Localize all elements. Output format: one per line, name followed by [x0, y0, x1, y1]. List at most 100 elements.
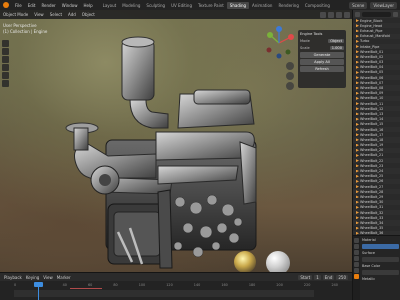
row-label: Scale — [300, 46, 310, 50]
ruler-tick-label: 80 — [113, 283, 118, 287]
outliner-row-label: WheelBolt_25 — [360, 174, 384, 179]
outliner-row-label: WheelBolt_31 — [360, 205, 384, 210]
blender-logo-icon[interactable] — [3, 2, 9, 8]
mesh-icon — [356, 153, 359, 157]
menu-view-timeline[interactable]: View — [43, 275, 53, 280]
menu-add[interactable]: Add — [65, 12, 79, 17]
tab-rendering[interactable]: Rendering — [275, 2, 301, 9]
zoom-icon[interactable] — [286, 62, 294, 70]
filter-icon[interactable] — [393, 11, 398, 17]
menu-render[interactable]: Render — [38, 3, 58, 8]
material-preview-sphere — [266, 251, 290, 272]
tab-shading[interactable]: Shading — [226, 1, 250, 9]
scale-field[interactable]: 1.000 — [329, 46, 344, 50]
cursor-tool-icon[interactable] — [2, 48, 9, 55]
playhead[interactable] — [34, 282, 43, 300]
outliner-row-label: Intake_Pipe — [360, 44, 380, 49]
modifier-tab-icon[interactable] — [354, 268, 359, 273]
menu-keying[interactable]: Keying — [26, 275, 39, 280]
render-tab-icon[interactable] — [354, 244, 359, 249]
engine-model[interactable] — [60, 32, 270, 272]
menu-edit[interactable]: Edit — [25, 3, 39, 8]
properties-editor: Material Surface Base Color Metallic — [353, 235, 400, 300]
outliner[interactable]: Engine_Block Engine_Head Exhaust_Pipe Exhau… — [353, 10, 400, 235]
outliner-row-label: WheelBolt_32 — [360, 210, 384, 215]
viewport-nav-buttons — [286, 62, 294, 90]
timeline-header: Playback Keying View Marker Start 1 End … — [0, 273, 352, 281]
metallic-field[interactable] — [362, 270, 399, 275]
base-color-field[interactable] — [362, 257, 399, 262]
tab-layout[interactable]: Layout — [100, 2, 120, 9]
generate-button[interactable]: Generate — [300, 52, 344, 58]
view-layer-selector[interactable]: ViewLayer — [370, 1, 397, 9]
end-frame-field[interactable]: 250 — [336, 274, 348, 280]
tab-uv-editing[interactable]: UV Editing — [168, 2, 195, 9]
mesh-icon — [356, 70, 359, 74]
material-shading-icon[interactable] — [336, 11, 342, 18]
mesh-icon — [356, 133, 359, 137]
timeline-track[interactable]: 020406080100120140160180200220240 — [0, 281, 352, 300]
mesh-icon — [356, 65, 359, 69]
viewport-info: User Perspective (1) Collection | Engine — [3, 23, 47, 35]
refresh-button[interactable]: Refresh — [300, 66, 344, 72]
outliner-row-label: WheelBolt_11 — [360, 101, 384, 106]
menu-help[interactable]: Help — [80, 3, 95, 8]
surface-field[interactable] — [362, 244, 399, 249]
start-frame-field[interactable]: 1 — [314, 274, 321, 280]
object-tab-icon[interactable] — [354, 262, 359, 267]
menu-file[interactable]: File — [12, 3, 25, 8]
menu-object[interactable]: Object — [79, 12, 98, 17]
rendered-shading-icon[interactable] — [344, 11, 350, 18]
move-tool-icon[interactable] — [2, 56, 9, 63]
collection-name: (1) Collection | Engine — [3, 29, 48, 34]
3d-viewport[interactable]: Object Mode View Select Add Object User … — [0, 10, 352, 272]
scene-tab-icon[interactable] — [354, 256, 359, 261]
mesh-icon — [356, 179, 359, 183]
navigation-gizmo[interactable] — [262, 26, 296, 60]
outliner-row-label: WheelBolt_05 — [360, 70, 384, 75]
metallic-label: Metallic — [362, 277, 376, 281]
menu-marker[interactable]: Marker — [57, 275, 71, 280]
properties-content: Material Surface Base Color Metallic — [360, 236, 400, 300]
tab-animation[interactable]: Animation — [249, 2, 275, 9]
scene-selector[interactable]: Scene — [349, 1, 368, 9]
outliner-row-label: WheelBolt_29 — [360, 194, 384, 199]
tab-modeling[interactable]: Modeling — [119, 2, 143, 9]
n-panel-row: Scale 1.000 — [300, 45, 344, 51]
mesh-icon — [356, 122, 359, 126]
frame-range: Start 1 End 250 — [298, 274, 348, 280]
outliner-row-label: WheelBolt_01 — [360, 49, 384, 54]
mode-selector[interactable]: Object Mode — [0, 12, 31, 17]
pan-icon[interactable] — [286, 72, 294, 80]
tool-tab-icon[interactable] — [354, 238, 359, 243]
tab-sculpting[interactable]: Sculpting — [143, 2, 168, 9]
solid-shading-icon[interactable] — [328, 11, 334, 18]
tab-compositing[interactable]: Compositing — [302, 2, 333, 9]
menu-select[interactable]: Select — [47, 12, 65, 17]
mesh-icon — [356, 211, 359, 215]
display-mode-icon[interactable] — [355, 11, 360, 17]
end-label: End — [322, 274, 335, 280]
menu-view[interactable]: View — [31, 12, 47, 17]
start-label: Start — [298, 274, 313, 280]
outliner-row-label: WheelBolt_35 — [360, 226, 384, 231]
transform-tool-icon[interactable] — [2, 80, 9, 87]
scale-tool-icon[interactable] — [2, 72, 9, 79]
outliner-search-input[interactable] — [362, 11, 391, 17]
mesh-icon — [356, 102, 359, 106]
select-tool-icon[interactable] — [2, 40, 9, 47]
apply-all-button[interactable]: Apply All — [300, 59, 344, 65]
mode-dropdown[interactable]: Object — [328, 39, 344, 43]
outliner-row-label: WheelBolt_28 — [360, 189, 384, 194]
outliner-row-label: WheelBolt_22 — [360, 158, 384, 163]
wireframe-shading-icon[interactable] — [320, 11, 326, 18]
material-tab-icon[interactable] — [354, 274, 359, 279]
outliner-row-label: WheelBolt_03 — [360, 60, 384, 65]
menu-playback[interactable]: Playback — [4, 275, 22, 280]
tab-texture-paint[interactable]: Texture Paint — [195, 2, 227, 9]
menu-window[interactable]: Window — [59, 3, 81, 8]
output-tab-icon[interactable] — [354, 250, 359, 255]
outliner-row-label: WheelBolt_10 — [360, 96, 384, 101]
camera-view-icon[interactable] — [286, 82, 294, 90]
rotate-tool-icon[interactable] — [2, 64, 9, 71]
